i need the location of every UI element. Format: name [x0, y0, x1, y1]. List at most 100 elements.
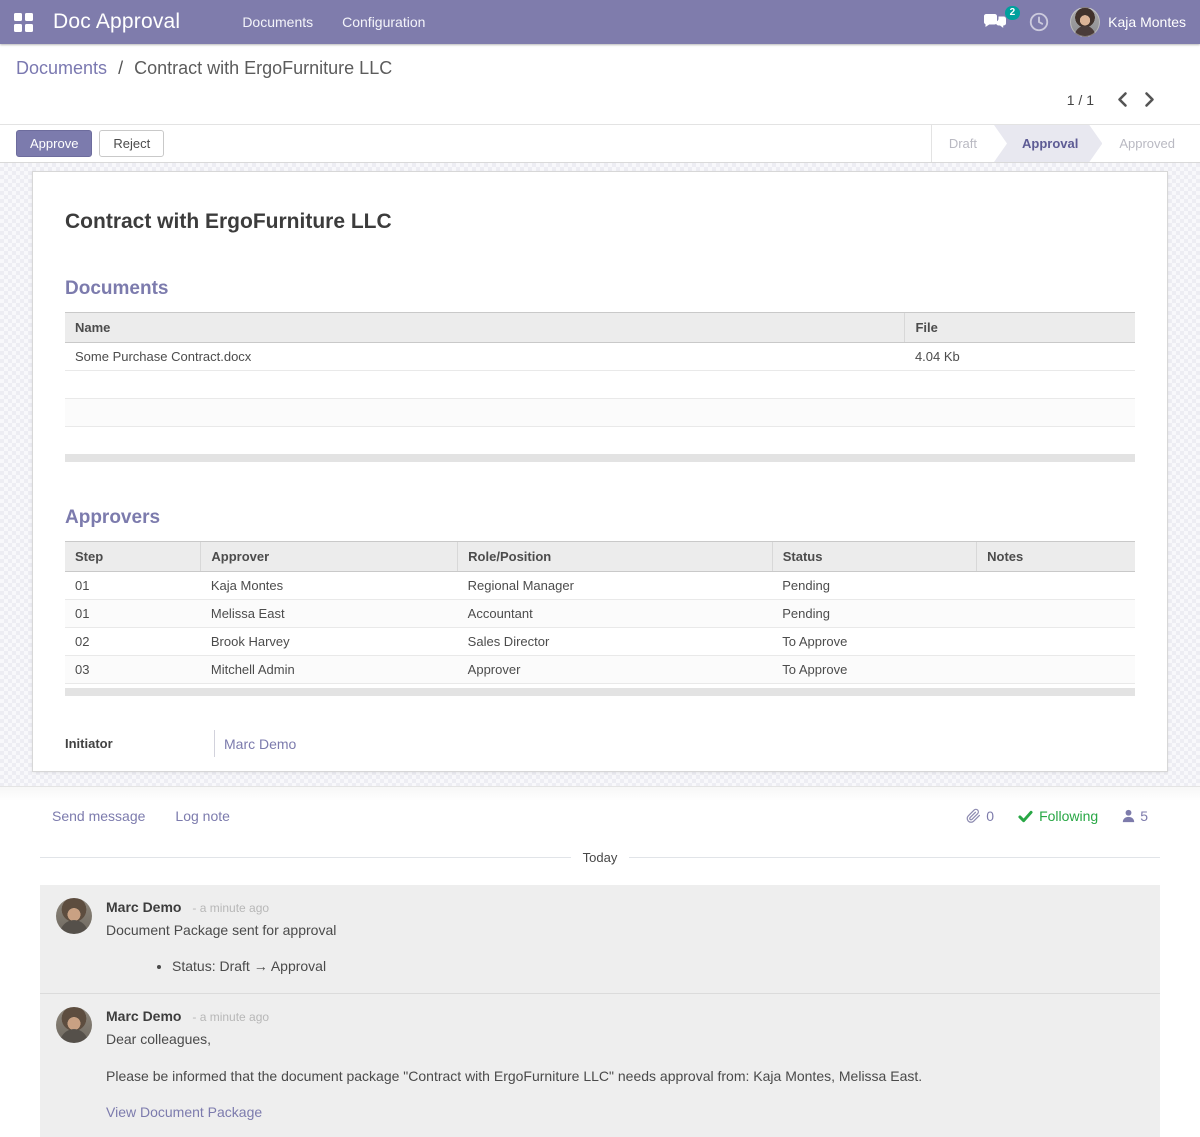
clock-icon — [1028, 11, 1050, 33]
approvers-section: Approvers Step Approver Role/Position St… — [65, 507, 1135, 696]
approver-step-cell: 02 — [65, 628, 201, 656]
documents-col-file[interactable]: File — [905, 313, 1135, 343]
approver-notes-cell — [977, 656, 1135, 684]
approver-role-cell: Sales Director — [458, 628, 773, 656]
user-name: Kaja Montes — [1108, 14, 1186, 30]
approver-row[interactable]: 03 Mitchell Admin Approver To Approve — [65, 656, 1135, 684]
attachments-count: 0 — [986, 808, 994, 824]
approvers-col-role[interactable]: Role/Position — [458, 542, 773, 572]
approver-row[interactable]: 02 Brook Harvey Sales Director To Approv… — [65, 628, 1135, 656]
chatter-toolbar: Send message Log note 0 Following — [40, 787, 1160, 840]
breadcrumb-bar: Documents / Contract with ErgoFurniture … — [0, 44, 1200, 124]
documents-table-scrollbar[interactable] — [65, 454, 1135, 462]
breadcrumb: Documents / Contract with ErgoFurniture … — [16, 58, 1184, 79]
approver-role-cell: Regional Manager — [458, 572, 773, 600]
pager-next-icon[interactable] — [1141, 89, 1158, 110]
view-document-package-link[interactable]: View Document Package — [106, 1103, 262, 1122]
message-header: Marc Demo - a minute ago — [106, 898, 336, 917]
following-label: Following — [1039, 808, 1098, 824]
log-note-button[interactable]: Log note — [175, 808, 230, 824]
messages-count-badge: 2 — [1005, 6, 1021, 20]
initiator-value-link[interactable]: Marc Demo — [224, 736, 296, 752]
paperclip-icon — [966, 808, 981, 824]
activities-button[interactable] — [1028, 11, 1050, 33]
top-navbar: Doc Approval Documents Configuration 2 K — [0, 0, 1200, 44]
approver-role-cell: Approver — [458, 656, 773, 684]
pager-value: 1 / 1 — [1067, 92, 1094, 108]
approver-status-cell: Pending — [772, 600, 976, 628]
message-content: Marc Demo - a minute ago Document Packag… — [106, 898, 336, 978]
date-divider-label: Today — [571, 850, 630, 865]
user-avatar — [1070, 7, 1100, 37]
empty-row — [65, 371, 1135, 399]
approvers-col-step[interactable]: Step — [65, 542, 201, 572]
documents-table-header: Name File — [65, 313, 1135, 343]
empty-row — [65, 399, 1135, 427]
following-button[interactable]: Following — [1018, 808, 1098, 824]
documents-section-heading: Documents — [65, 278, 1135, 300]
approvers-col-approver[interactable]: Approver — [201, 542, 458, 572]
approvers-table: Step Approver Role/Position Status Notes… — [65, 541, 1135, 684]
message-paragraph: Please be informed that the document pac… — [106, 1067, 922, 1086]
approver-step-cell: 03 — [65, 656, 201, 684]
document-name-cell: Some Purchase Contract.docx — [65, 343, 905, 371]
send-message-button[interactable]: Send message — [52, 808, 145, 824]
user-menu[interactable]: Kaja Montes — [1070, 7, 1186, 37]
breadcrumb-separator: / — [118, 58, 123, 78]
message-thread: Marc Demo - a minute ago Document Packag… — [40, 885, 1160, 1137]
initiator-label: Initiator — [65, 736, 214, 751]
form-sheet: Contract with ErgoFurniture LLC Document… — [32, 171, 1168, 772]
app-title[interactable]: Doc Approval — [53, 10, 180, 34]
navbar-right: 2 Kaja Montes — [983, 7, 1186, 37]
approver-name-cell: Mitchell Admin — [201, 656, 458, 684]
attachments-button[interactable]: 0 — [966, 808, 994, 824]
messages-button[interactable]: 2 — [983, 13, 1008, 32]
approver-role-cell: Accountant — [458, 600, 773, 628]
initiator-field: Initiator Marc Demo — [65, 730, 1135, 757]
approvers-col-status[interactable]: Status — [772, 542, 976, 572]
approver-row[interactable]: 01 Kaja Montes Regional Manager Pending — [65, 572, 1135, 600]
approvers-section-heading: Approvers — [65, 507, 1135, 529]
record-title: Contract with ErgoFurniture LLC — [65, 210, 1135, 234]
message-content: Marc Demo - a minute ago Dear colleagues… — [106, 1007, 922, 1123]
approver-notes-cell — [977, 572, 1135, 600]
message-body: Document Package sent for approval — [106, 921, 336, 940]
action-buttons: Approve Reject — [0, 125, 931, 162]
reject-button[interactable]: Reject — [99, 130, 164, 157]
message-timestamp: - a minute ago — [192, 1010, 269, 1024]
apps-menu-icon[interactable] — [14, 13, 33, 32]
approvers-table-scrollbar[interactable] — [65, 688, 1135, 696]
documents-col-name[interactable]: Name — [65, 313, 905, 343]
approver-notes-cell — [977, 628, 1135, 656]
approver-status-cell: To Approve — [772, 656, 976, 684]
message-author-avatar[interactable] — [56, 898, 92, 934]
documents-section: Documents Name File Some Purchase Contra… — [65, 278, 1135, 462]
nav-menu-configuration[interactable]: Configuration — [342, 14, 425, 30]
approver-row[interactable]: 01 Melissa East Accountant Pending — [65, 600, 1135, 628]
document-file-cell: 4.04 Kb — [905, 343, 1135, 371]
message-author[interactable]: Marc Demo — [106, 1008, 181, 1024]
message-author[interactable]: Marc Demo — [106, 899, 181, 915]
approver-name-cell: Melissa East — [201, 600, 458, 628]
followers-count: 5 — [1140, 808, 1148, 824]
breadcrumb-documents-link[interactable]: Documents — [16, 58, 107, 78]
approver-step-cell: 01 — [65, 600, 201, 628]
message: Marc Demo - a minute ago Dear colleagues… — [40, 993, 1160, 1137]
message-greeting: Dear colleagues, — [106, 1030, 922, 1049]
nav-menu-documents[interactable]: Documents — [242, 14, 313, 30]
followers-button[interactable]: 5 — [1122, 808, 1148, 824]
pager-previous-icon[interactable] — [1114, 89, 1131, 110]
statusbar: Draft Approval Approved — [931, 125, 1200, 162]
approvers-table-header: Step Approver Role/Position Status Notes — [65, 542, 1135, 572]
approver-name-cell: Brook Harvey — [201, 628, 458, 656]
document-row[interactable]: Some Purchase Contract.docx 4.04 Kb — [65, 343, 1135, 371]
approvers-col-notes[interactable]: Notes — [977, 542, 1135, 572]
approver-notes-cell — [977, 600, 1135, 628]
breadcrumb-current: Contract with ErgoFurniture LLC — [134, 58, 392, 78]
message-author-avatar[interactable] — [56, 1007, 92, 1043]
status-step-approval[interactable]: Approval — [994, 125, 1102, 162]
pager: 1 / 1 — [16, 79, 1184, 122]
status-step-approved[interactable]: Approved — [1102, 125, 1192, 162]
status-step-draft[interactable]: Draft — [932, 125, 994, 162]
approve-button[interactable]: Approve — [16, 130, 92, 157]
